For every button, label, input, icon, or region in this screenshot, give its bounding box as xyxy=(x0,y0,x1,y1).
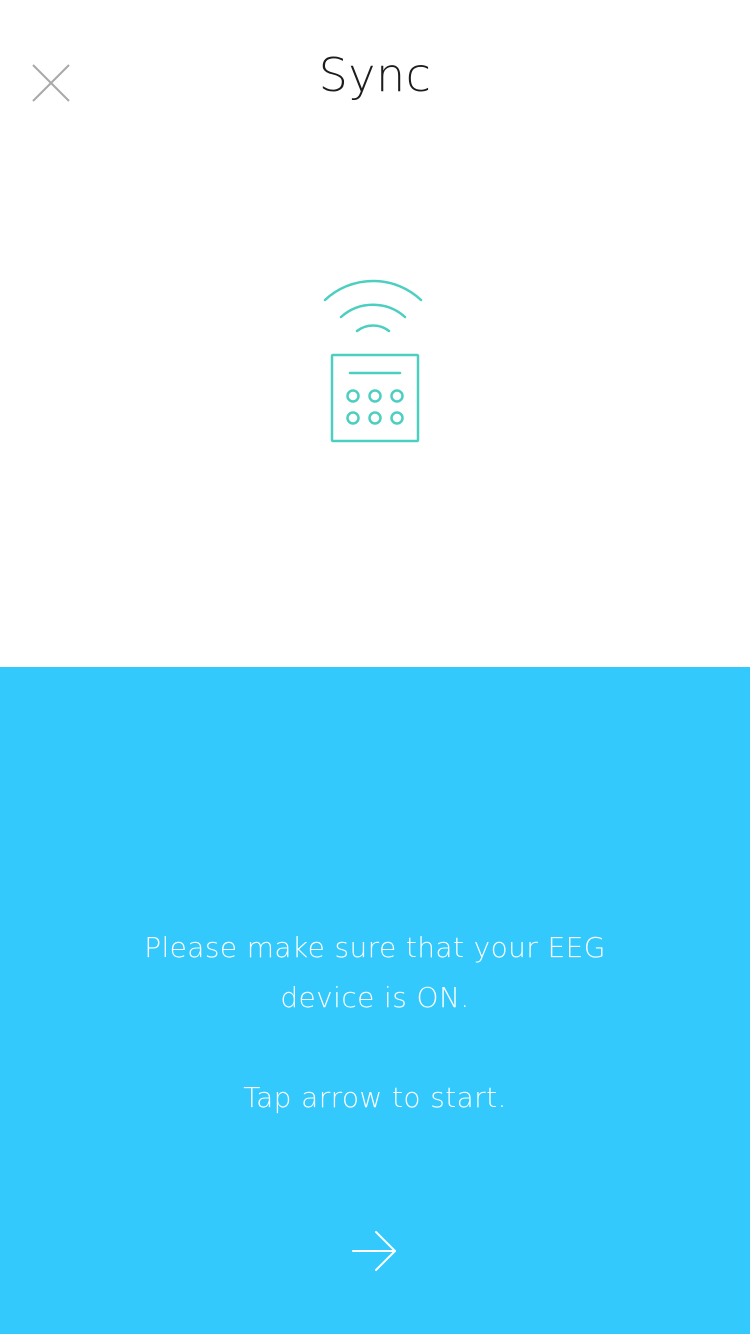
page-title: Sync xyxy=(318,48,432,102)
device-on-message: Please make sure that your EEG device is… xyxy=(144,931,606,1014)
instruction-text: Please make sure that your EEG device is… xyxy=(100,923,650,1123)
instruction-panel: Please make sure that your EEG device is… xyxy=(0,667,750,1334)
arrow-right-icon[interactable] xyxy=(351,1229,399,1273)
eeg-device-wireless-icon xyxy=(323,279,423,443)
tap-arrow-message: Tap arrow to start. xyxy=(243,1081,507,1114)
top-section: Sync xyxy=(0,0,750,667)
next-button[interactable] xyxy=(339,1215,411,1287)
